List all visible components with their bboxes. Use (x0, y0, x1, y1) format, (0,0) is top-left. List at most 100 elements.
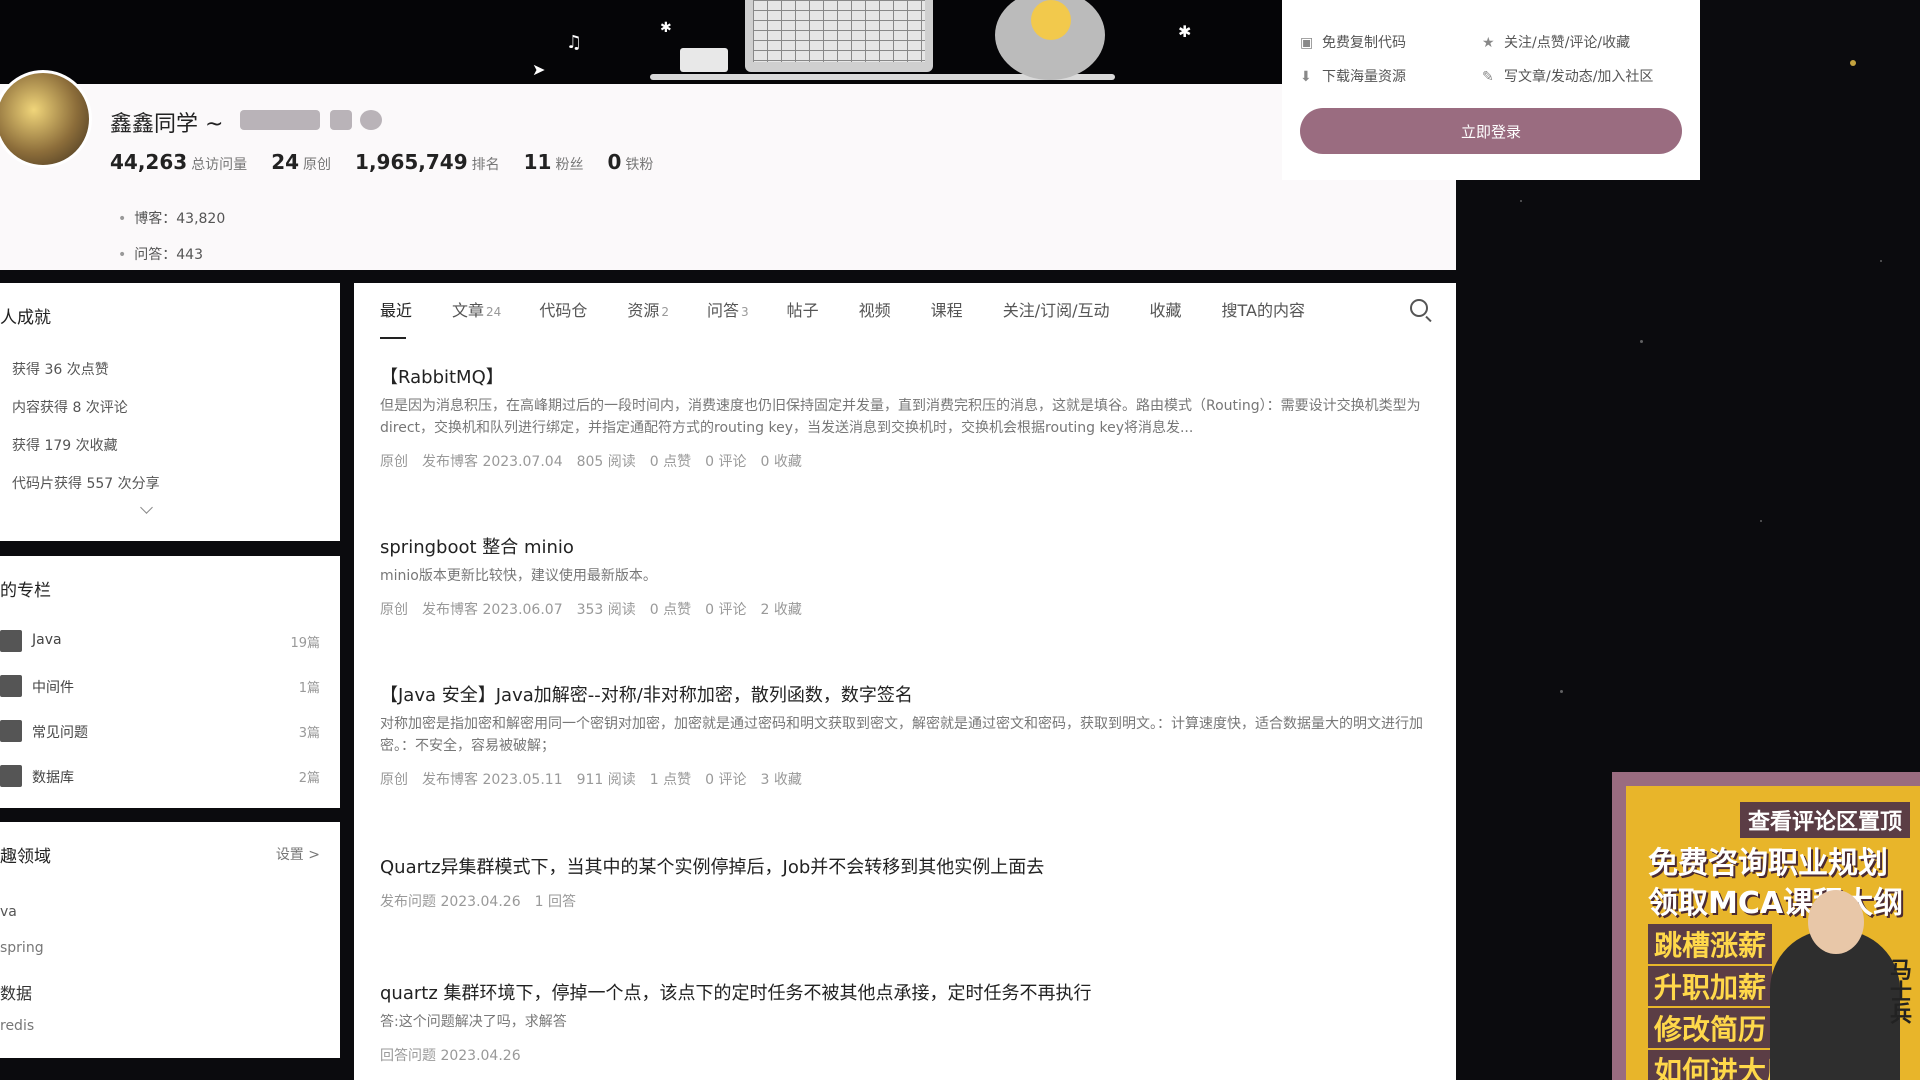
stat-item[interactable]: 24 原创 (271, 150, 331, 174)
tab-count: 3 (741, 305, 749, 319)
perk-write: ✎ 写文章/发动态/加入社区 (1482, 69, 1654, 85)
ad-chip: 修改简历 (1648, 1008, 1773, 1048)
perk-download: ⬇ 下载海量资源 (1300, 69, 1406, 85)
tab-label: 关注/订阅/互动 (1002, 301, 1110, 320)
download-icon: ⬇ (1300, 69, 1312, 85)
item-description: 答:这个问题解决了吗，求解答 (380, 1014, 567, 1030)
gear-icon: ✱ (660, 20, 672, 36)
tab-2[interactable]: 代码仓 (539, 297, 589, 321)
content-item[interactable]: 【RabbitMQ】但是因为消息积压，在高峰期过后的一段时间内，消费速度也仍旧保… (380, 363, 1430, 471)
tab-label: 文章 (452, 301, 485, 320)
pen-icon: ✎ (1482, 69, 1494, 85)
achievement-item: 获得 36 次点赞 (12, 362, 109, 378)
item-meta-field: 原创 (380, 602, 408, 618)
item-meta-field: 911 阅读 (576, 772, 636, 788)
ad-person-photo (1770, 890, 1900, 1080)
ad-chip: 升职加薪 (1648, 966, 1773, 1006)
field-item[interactable]: redis (0, 1018, 34, 1034)
tab-label: 课程 (930, 301, 963, 320)
fields-panel: 趣领域 设置 > va spring 数据 redis (0, 822, 340, 1058)
tab-4[interactable]: 问答 3 (707, 297, 749, 321)
tab-3[interactable]: 资源 2 (627, 297, 669, 321)
stat-item[interactable]: 0 铁粉 (607, 150, 653, 174)
tab-count: 24 (486, 305, 502, 319)
column-thumbnail (0, 675, 22, 697)
item-title[interactable]: Quartz异集群模式下，当其中的某个实例停掉后，Job并不会转移到其他实例上面… (380, 853, 1430, 879)
tab-7[interactable]: 课程 (931, 297, 965, 321)
tab-9[interactable]: 收藏 (1149, 297, 1183, 321)
stat-item[interactable]: 11 粉丝 (524, 150, 584, 174)
stat-label: 铁粉 (625, 157, 654, 173)
content-item[interactable]: Quartz异集群模式下，当其中的某个实例停掉后，Job并不会转移到其他实例上面… (380, 853, 1430, 911)
stat-number: 44,263 (110, 150, 188, 174)
item-meta: 回答问题 2023.04.26 (380, 1045, 1430, 1065)
achievements-title: 人成就 (0, 308, 51, 328)
column-item[interactable]: 常见问题 3篇 (0, 716, 320, 746)
item-title[interactable]: quartz 集群环境下，停掉一个点，该点下的定时任务不被其他点承接，定时任务不… (380, 979, 1430, 1005)
tab-6[interactable]: 视频 (859, 297, 893, 321)
fields-settings-link[interactable]: 设置 > (276, 844, 320, 864)
tab-label: 收藏 (1149, 301, 1182, 320)
ad-banner[interactable]: 查看评论区置顶 免费咨询职业规划 领取MCA课程大纲 跳槽涨薪 升职加薪 修改简… (1612, 772, 1920, 1080)
tab-label: 视频 (858, 301, 891, 320)
columns-title: 的专栏 (0, 581, 51, 601)
item-title[interactable]: 【RabbitMQ】 (380, 363, 1430, 389)
stat-item[interactable]: 44,263 总访问量 (110, 150, 247, 174)
column-name: 常见问题 (32, 725, 88, 741)
expand-chevron-icon[interactable] (140, 501, 153, 514)
column-count: 19篇 (290, 636, 320, 651)
stat-number: 0 (607, 150, 622, 174)
content-item[interactable]: 【Java 安全】Java加解密--对称/非对称加密，散列函数，数字签名 对称加密… (380, 681, 1430, 789)
achievement-item: 获得 179 次收藏 (12, 438, 118, 454)
content-item[interactable]: quartz 集群环境下，停掉一个点，该点下的定时任务不被其他点承接，定时任务不… (380, 979, 1430, 1065)
column-item[interactable]: 中间件 1篇 (0, 671, 320, 701)
ad-headline-1: 免费咨询职业规划 (1648, 846, 1888, 881)
item-meta-field: 发布博客 2023.05.11 (422, 772, 563, 788)
column-item[interactable]: Java 19篇 (0, 626, 320, 656)
item-meta: 发布问题 2023.04.26 1 回答 (380, 891, 1430, 911)
stat-label: 排名 (471, 157, 500, 173)
column-count: 3篇 (298, 726, 320, 741)
cursor-icon: ➤ (532, 60, 546, 79)
item-description: minio版本更新比较快，建议使用最新版本。 (380, 568, 657, 584)
item-title[interactable]: springboot 整合 minio (380, 533, 1430, 559)
stat-item[interactable]: 1,965,749 排名 (355, 150, 500, 174)
tab-1[interactable]: 文章 24 (452, 297, 501, 321)
item-meta: 原创 发布博客 2023.07.04 805 阅读 0 点赞 0 评论 0 收藏 (380, 451, 1430, 471)
tab-label: 代码仓 (539, 301, 588, 320)
item-title[interactable]: 【Java 安全】Java加解密--对称/非对称加密，散列函数，数字签名 (380, 681, 1430, 707)
column-name: 中间件 (32, 680, 74, 696)
item-meta-field: 2 收藏 (760, 602, 802, 618)
avatar[interactable] (0, 70, 92, 168)
username[interactable]: 鑫鑫同学 ~ (110, 106, 223, 138)
banner-mousepad (680, 48, 728, 72)
tab-count: 2 (661, 305, 669, 319)
banner-laptop (745, 0, 933, 72)
item-meta-field: 原创 (380, 454, 408, 470)
ad-background: 查看评论区置顶 免费咨询职业规划 领取MCA课程大纲 跳槽涨薪 升职加薪 修改简… (1626, 786, 1920, 1080)
tab-5[interactable]: 帖子 (787, 297, 821, 321)
login-button[interactable]: 立即登录 (1300, 108, 1682, 154)
column-count: 2篇 (298, 771, 320, 786)
star-icon: ★ (1482, 35, 1495, 51)
stat-label: 原创 (303, 157, 332, 173)
search-icon[interactable] (1410, 299, 1428, 317)
music-note-icon: ♫ (566, 32, 583, 53)
column-thumbnail (0, 720, 22, 742)
login-popup: ▣ 免费复制代码 ★ 关注/点赞/评论/收藏 ⬇ 下载海量资源 ✎ 写文章/发动态/加入… (1282, 0, 1700, 180)
field-item[interactable]: 数据 (0, 980, 32, 1004)
content-tabs: 最近 文章 24 代码仓 资源 2 问答 3 帖子 视频 课程 关注/订阅/互动 收藏 搜TA的内容 (380, 297, 1345, 339)
field-item[interactable]: va (0, 904, 17, 920)
profile-banner: ♫ ✱ ✱ ➤ (0, 0, 1283, 84)
content-item[interactable]: springboot 整合 minio minio版本更新比较快，建议使用最新版本… (380, 533, 1430, 619)
field-item[interactable]: spring (0, 940, 44, 956)
item-meta-field: 发布博客 2023.07.04 (422, 454, 563, 470)
column-item[interactable]: 数据库 2篇 (0, 761, 320, 791)
tab-10[interactable]: 搜TA的内容 (1222, 297, 1307, 321)
blog-line: 博客：43,820 (118, 208, 225, 228)
tab-0[interactable]: 最近 (380, 297, 414, 339)
item-description: 但是因为消息积压，在高峰期过后的一段时间内，消费速度也仍旧保持固定并发量，直到消… (380, 398, 1421, 436)
content-panel: 最近 文章 24 代码仓 资源 2 问答 3 帖子 视频 课程 关注/订阅/互动 收藏 搜TA的内容 【R… (354, 283, 1456, 1080)
stat-number: 24 (271, 150, 300, 174)
tab-8[interactable]: 关注/订阅/互动 (1003, 297, 1112, 321)
